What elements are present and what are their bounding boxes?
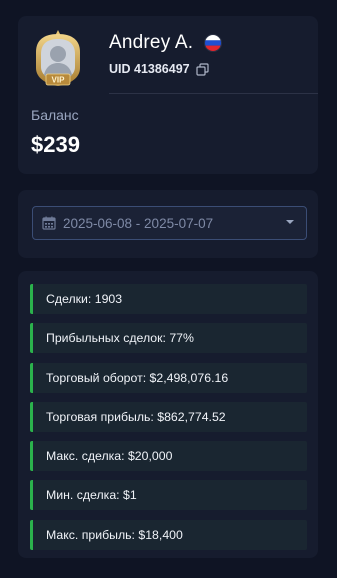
balance-value: $239 — [31, 132, 80, 157]
stats-list: Сделки: 1903 Прибыльных сделок: 77% Торг… — [30, 284, 307, 559]
stats-card: Сделки: 1903 Прибыльных сделок: 77% Торг… — [18, 271, 318, 558]
date-filter-card: 2025-06-08 - 2025-07-07 — [18, 190, 318, 258]
stat-row-max-profit: Макс. прибыль: $18,400 — [30, 519, 307, 550]
user-uid: UID 41386497 — [109, 62, 190, 76]
stat-row-turnover: Торговый оборот: $2,498,076.16 — [30, 362, 307, 393]
profile-divider — [109, 93, 318, 94]
date-range-text: 2025-06-08 - 2025-07-07 — [63, 215, 214, 231]
stat-row-profitable-trades: Прибыльных сделок: 77% — [30, 323, 307, 354]
user-name: Andrey A. — [109, 32, 194, 53]
profile-card: VIP Andrey A. UID 41386497 Баланс $239 — [18, 16, 318, 174]
russia-flag-icon — [204, 34, 223, 52]
name-row: Andrey A. — [109, 32, 223, 54]
vip-badge-text: VIP — [52, 76, 66, 85]
balance-label: Баланс — [31, 107, 79, 123]
stat-row-trades: Сделки: 1903 — [30, 284, 307, 314]
vip-avatar: VIP — [36, 30, 80, 86]
stat-row-min-trade: Мин. сделка: $1 — [30, 480, 307, 511]
uid-row: UID 41386497 — [109, 62, 209, 76]
stat-row-max-trade: Макс. сделка: $20,000 — [30, 441, 307, 472]
date-range-select[interactable]: 2025-06-08 - 2025-07-07 — [32, 206, 307, 240]
stat-row-trading-profit: Торговая прибыль: $862,774.52 — [30, 401, 307, 432]
chevron-down-icon — [286, 220, 294, 224]
copy-icon[interactable] — [196, 62, 209, 76]
calendar-icon — [42, 216, 56, 230]
